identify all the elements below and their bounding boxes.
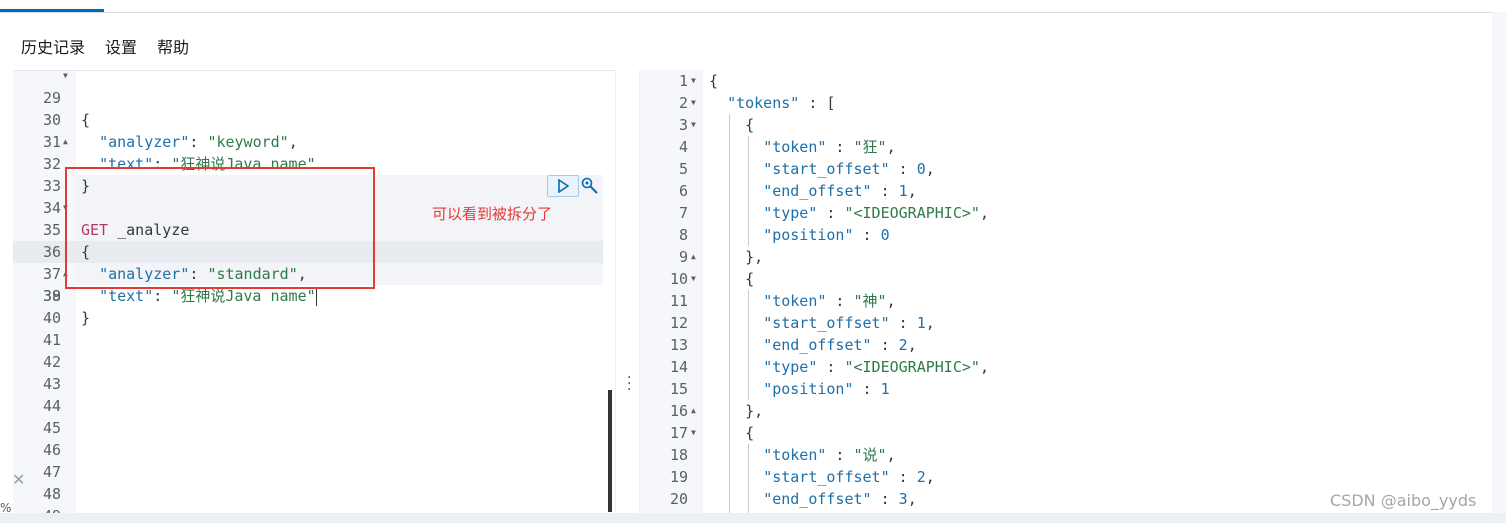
code-line: 40 (13, 307, 615, 329)
code-line: 41 (13, 329, 615, 351)
line-number: 6 (678, 182, 688, 200)
play-icon (558, 179, 569, 193)
line-number: 11 (669, 292, 688, 310)
annotation-text: 可以看到被拆分了 (432, 205, 553, 223)
code-line: 10 ▼ { (640, 268, 1492, 290)
pane-resize-divider[interactable]: · · · (615, 70, 640, 513)
fold-arrow-icon[interactable]: ▼ (691, 70, 696, 92)
code-line: 31 "text": "狂神说Java name" (13, 109, 615, 173)
fold-arrow-icon[interactable]: ▼ (63, 71, 68, 87)
code-line: 11 "token" : "神", (640, 290, 1492, 312)
line-number: 16 (669, 402, 688, 420)
fold-arrow-icon[interactable]: ▲ (63, 131, 68, 153)
code-line: 30 "analyzer": "keyword", (13, 87, 615, 151)
code-line: 3 ▼ { (640, 114, 1492, 136)
line-number: 45 (42, 419, 61, 437)
code-line: 12 "start_offset" : 1, (640, 312, 1492, 334)
line-number: 19 (669, 468, 688, 486)
code-line: 8 "position" : 0 (640, 224, 1492, 246)
code-line: 46 (13, 439, 615, 461)
code-line: 17 ▼ { (640, 422, 1492, 444)
fold-arrow-icon[interactable]: ▼ (691, 92, 696, 114)
response-viewer[interactable]: 1 ▼{ 2 ▼ "tokens" : [ 3 ▼ { 4 "token" : "狂"… (640, 70, 1492, 513)
line-number: 46 (42, 441, 61, 459)
code-line: 5 "start_offset" : 0, (640, 158, 1492, 180)
line-number: 43 (42, 375, 61, 393)
line-number: 4 (678, 138, 688, 156)
annotation-highlight-box (65, 167, 375, 289)
code-line: 29 ▼ { (13, 71, 615, 129)
fold-arrow-icon[interactable]: ▼ (691, 268, 696, 290)
line-number: 40 (42, 309, 61, 327)
code-line: 47 (13, 461, 615, 483)
line-number: 5 (678, 160, 688, 178)
line-number: 9 (678, 248, 688, 266)
line-number: 20 (669, 490, 688, 508)
code-line: 15 "position" : 1 (640, 378, 1492, 400)
line-number: 3 (678, 116, 688, 134)
code-line: 4 "token" : "狂", (640, 136, 1492, 158)
line-number: 42 (42, 353, 61, 371)
request-scrollbar[interactable] (608, 390, 612, 512)
line-number: 15 (669, 380, 688, 398)
wrench-icon[interactable] (580, 176, 600, 196)
code-line: 48 (13, 483, 615, 505)
code-line: 19 "start_offset" : 2, (640, 466, 1492, 488)
code-line: 18 "token" : "说", (640, 444, 1492, 466)
fold-arrow-icon[interactable]: ▲ (691, 246, 696, 268)
line-number: 7 (678, 204, 688, 222)
code-line: 43 (13, 373, 615, 395)
line-number: 18 (669, 446, 688, 464)
code-line: 7 "type" : "<IDEOGRAPHIC>", (640, 202, 1492, 224)
fold-arrow-icon[interactable]: ▲ (691, 400, 696, 422)
bottom-scroll-bar (0, 513, 1506, 523)
menu-help[interactable]: 帮助 (157, 34, 189, 58)
code-line: 2 ▼ "tokens" : [ (640, 92, 1492, 114)
line-number: 44 (42, 397, 61, 415)
code-line: 9 ▲ }, (640, 246, 1492, 268)
menu-settings[interactable]: 设置 (105, 34, 137, 58)
line-number: 41 (42, 331, 61, 349)
menu-history[interactable]: 历史记录 (21, 34, 85, 58)
line-number: 8 (678, 226, 688, 244)
code-line: 42 (13, 351, 615, 373)
line-number: 39 (42, 287, 61, 305)
send-request-button[interactable] (547, 175, 579, 197)
line-number: 14 (669, 358, 688, 376)
request-editor[interactable]: 29 ▼ { 30 "analyzer": "keyword", 31 "text… (13, 70, 615, 514)
line-number: 12 (669, 314, 688, 332)
line-number: 10 (669, 270, 688, 288)
code-line: 32 ▲ } (13, 131, 615, 195)
code-line: 6 "end_offset" : 1, (640, 180, 1492, 202)
watermark: CSDN @aibo_yyds (1330, 491, 1477, 510)
fold-arrow-icon[interactable]: ▼ (691, 422, 696, 444)
code-line: 45 (13, 417, 615, 439)
code-line: 16 ▲ }, (640, 400, 1492, 422)
line-number: 1 (678, 72, 688, 90)
top-tab-strip (0, 0, 1506, 13)
close-icon[interactable]: ✕ (12, 470, 25, 489)
active-tab-indicator (0, 9, 104, 12)
window-edge (1492, 12, 1506, 523)
fold-arrow-icon[interactable]: ▼ (691, 114, 696, 136)
drag-handle-icon[interactable]: · · · (627, 371, 631, 397)
line-number: 13 (669, 336, 688, 354)
code-line: 1 ▼{ (640, 70, 1492, 92)
line-number: 17 (669, 424, 688, 442)
code-line: 13 "end_offset" : 2, (640, 334, 1492, 356)
code-line: 14 "type" : "<IDEOGRAPHIC>", (640, 356, 1492, 378)
console-menu-bar: 历史记录 设置 帮助 (0, 30, 209, 62)
line-number: 2 (678, 94, 688, 112)
code-line: 44 (13, 395, 615, 417)
